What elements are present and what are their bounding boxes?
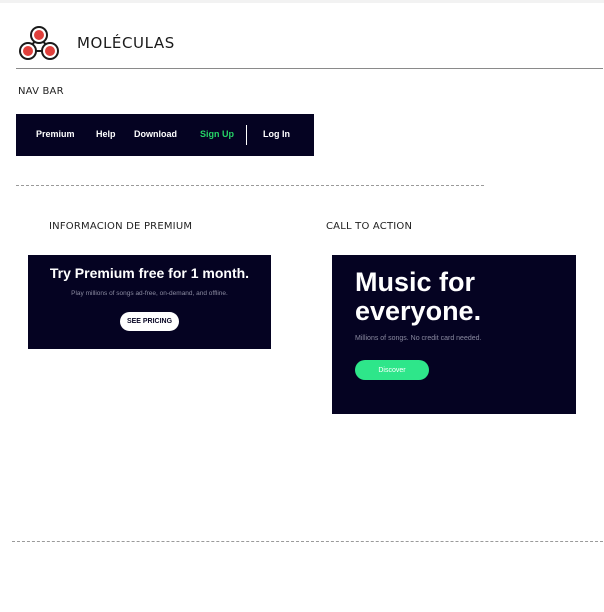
nav-bar-section-label: NAV BAR — [18, 86, 64, 97]
header-divider — [16, 68, 603, 69]
discover-button[interactable]: Discover — [355, 360, 429, 380]
top-strip — [0, 0, 604, 3]
cta-title-line-1: Music for — [355, 267, 476, 297]
bottom-divider — [12, 541, 603, 542]
premium-card-subtitle: Play millions of songs ad-free, on-deman… — [71, 290, 228, 297]
nav-divider — [246, 125, 247, 145]
call-to-action-card: Music for everyone. Millions of songs. N… — [332, 255, 576, 414]
page-title: MOLÉCULAS — [77, 34, 175, 52]
molecule-logo-icon — [19, 26, 59, 60]
section-divider — [16, 185, 484, 186]
nav-item-premium[interactable]: Premium — [36, 129, 75, 139]
nav-item-help[interactable]: Help — [96, 129, 116, 139]
nav-item-log-in[interactable]: Log In — [263, 129, 290, 139]
see-pricing-button[interactable]: SEE PRICING — [120, 312, 179, 331]
premium-card-title: Try Premium free for 1 month. — [49, 265, 250, 281]
cta-section-label: CALL TO ACTION — [326, 221, 413, 232]
cta-title-line-2: everyone. — [355, 296, 482, 326]
nav-bar: Premium Help Download Sign Up Log In — [16, 114, 314, 156]
premium-section-label: INFORMACION DE PREMIUM — [49, 221, 193, 232]
premium-info-card: Try Premium free for 1 month. Play milli… — [28, 255, 271, 349]
nav-item-sign-up[interactable]: Sign Up — [200, 129, 234, 139]
cta-subtitle: Millions of songs. No credit card needed… — [355, 335, 482, 342]
nav-item-download[interactable]: Download — [134, 129, 177, 139]
